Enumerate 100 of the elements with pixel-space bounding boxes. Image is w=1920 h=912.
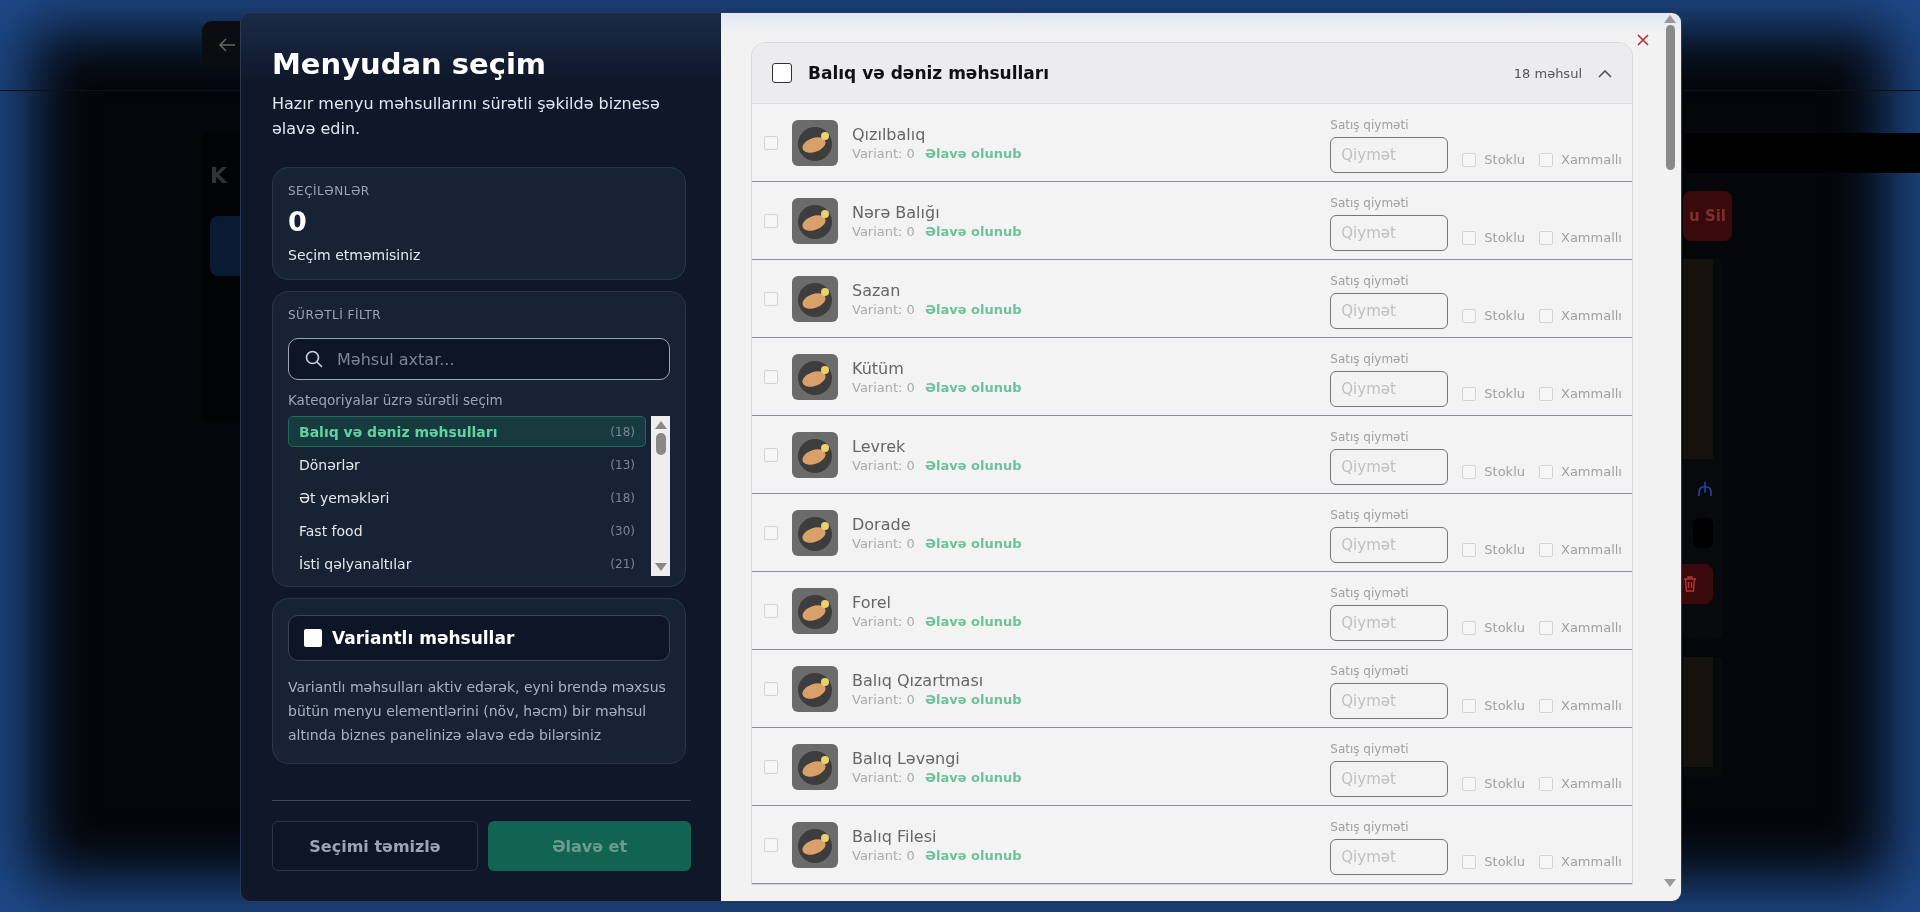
- categories-label: Kateqoriyalar üzrə sürətli seçim: [288, 392, 504, 408]
- ingredient-checkbox[interactable]: Xammallı: [1539, 854, 1622, 869]
- search-field[interactable]: Məhsul axtar...: [335, 348, 639, 370]
- status-label: Əlavə olunub: [924, 691, 1022, 707]
- checkbox[interactable]: [304, 629, 322, 647]
- scroll-thumb[interactable]: [1665, 25, 1675, 170]
- stock-checkbox[interactable]: Stoklu: [1462, 152, 1525, 167]
- close-icon: [1637, 34, 1649, 46]
- product-name: Sazan: [852, 280, 902, 300]
- back-arrow-icon: [218, 37, 236, 53]
- status-label: Əlavə olunub: [924, 301, 1022, 317]
- ingredient-checkbox[interactable]: Xammallı: [1539, 230, 1622, 245]
- category-title: Balıq və dəniz məhsulları: [808, 63, 1051, 83]
- variant-count: Variant: 0: [852, 379, 915, 395]
- fish-dish-icon: [792, 665, 838, 712]
- ingredient-checkbox[interactable]: Xammallı: [1539, 152, 1622, 167]
- category-name: İsti qəlyanaltılar: [299, 555, 412, 572]
- section-label: SÜRƏTLİ FİLTR: [288, 308, 383, 322]
- fish-dish-icon: [792, 119, 838, 166]
- category-name: Dönərlər: [299, 456, 360, 473]
- ingredient-checkbox[interactable]: Xammallı: [1539, 308, 1622, 323]
- stock-checkbox[interactable]: Stoklu: [1462, 854, 1525, 869]
- category-count: (18): [610, 490, 635, 505]
- stock-checkbox[interactable]: Stoklu: [1462, 698, 1525, 713]
- variants-description: Variantlı məhsulları aktiv edərək, eyni brendə məxsus bütün menyu elementlərini (növ, həcm) bir məhsul altında biznes panelinizə əlavə edə bilərsiniz: [288, 678, 667, 745]
- ingredient-checkbox[interactable]: Xammallı: [1539, 542, 1622, 557]
- status-label: Əlavə olunub: [924, 145, 1022, 161]
- variant-count: Variant: 0: [852, 535, 915, 551]
- category-header[interactable]: Balıq və dəniz məhsulları 18 məhsul: [752, 43, 1632, 104]
- status-label: Əlavə olunub: [924, 847, 1022, 863]
- price-label: Satış qiyməti: [1330, 508, 1410, 522]
- product-name: Balıq Ləvəngi: [852, 748, 961, 768]
- price-label: Satış qiyməti: [1330, 742, 1410, 756]
- stock-checkbox[interactable]: Stoklu: [1462, 230, 1525, 245]
- category-count: (13): [610, 457, 635, 472]
- product-name: Forel: [852, 592, 892, 612]
- stock-checkbox[interactable]: Stoklu: [1462, 386, 1525, 401]
- status-label: Əlavə olunub: [924, 535, 1022, 551]
- clear-button[interactable]: Seçimi təmizlə: [272, 821, 478, 871]
- fish-dish-icon: [792, 197, 838, 244]
- price-label: Satış qiyməti: [1330, 274, 1410, 288]
- product-name: Qızılbalıq: [852, 124, 927, 144]
- variant-count: Variant: 0: [852, 457, 915, 473]
- fish-dish-icon: [792, 509, 838, 556]
- scroll-down-icon: [1664, 879, 1676, 887]
- currency-sign: ₼: [1697, 476, 1713, 502]
- category-item[interactable]: Ət yeməkləri (18): [288, 482, 646, 513]
- stock-checkbox[interactable]: Stoklu: [1462, 620, 1525, 635]
- variant-count: Variant: 0: [852, 145, 915, 161]
- delete-button[interactable]: u Sil: [1683, 191, 1732, 241]
- stock-checkbox[interactable]: Stoklu: [1462, 308, 1525, 323]
- price-label: Satış qiyməti: [1330, 430, 1410, 444]
- ingredient-checkbox[interactable]: Xammallı: [1539, 698, 1622, 713]
- scrollbar[interactable]: [651, 416, 670, 576]
- category-item[interactable]: Balıq və dəniz məhsulları (18): [288, 416, 646, 447]
- ingredient-checkbox[interactable]: Xammallı: [1539, 464, 1622, 479]
- category-item[interactable]: Dönərlər (13): [288, 449, 646, 480]
- variant-count: Variant: 0: [852, 691, 915, 707]
- status-label: Əlavə olunub: [924, 769, 1022, 785]
- add-button[interactable]: Əlavə et: [488, 821, 691, 871]
- category-item[interactable]: İsti qəlyanaltılar (21): [288, 548, 646, 576]
- scroll-down-icon: [654, 563, 667, 571]
- price-label: Satış qiyməti: [1330, 586, 1410, 600]
- variant-count: Variant: 0: [852, 847, 915, 863]
- status-label: Əlavə olunub: [924, 223, 1022, 239]
- category-name: Ət yeməkləri: [299, 489, 390, 506]
- trash-icon: [1683, 576, 1697, 592]
- variants-toggle[interactable]: Variantlı məhsullar: [288, 615, 670, 661]
- category-name: Balıq və dəniz məhsulları: [299, 423, 498, 440]
- category-count: (18): [610, 424, 635, 439]
- category-item[interactable]: Fast food (30): [288, 515, 646, 546]
- stock-checkbox[interactable]: Stoklu: [1462, 542, 1525, 557]
- fish-dish-icon: [792, 431, 838, 478]
- price-label: Satış qiyməti: [1330, 118, 1410, 132]
- search-box[interactable]: Məhsul axtar...: [288, 338, 670, 380]
- product-name: Balıq Filesi: [852, 826, 938, 846]
- scroll-thumb[interactable]: [655, 433, 666, 455]
- product-name: Balıq Qızartması: [852, 670, 985, 690]
- chevron-icon[interactable]: [1598, 68, 1612, 78]
- price-label: Satış qiyməti: [1330, 820, 1410, 834]
- checkbox[interactable]: [772, 63, 792, 83]
- ingredient-checkbox[interactable]: Xammallı: [1539, 620, 1622, 635]
- ingredient-checkbox[interactable]: Xammallı: [1539, 776, 1622, 791]
- variant-count: Variant: 0: [852, 301, 915, 317]
- selection-note: Seçim etməmisiniz: [288, 247, 422, 263]
- variant-count: Variant: 0: [852, 769, 915, 785]
- product-name: Kütüm: [852, 358, 905, 378]
- price-label: Satış qiyməti: [1330, 352, 1410, 366]
- scroll-up-icon: [654, 421, 667, 429]
- fish-dish-icon: [792, 353, 838, 400]
- status-label: Əlavə olunub: [924, 457, 1022, 473]
- stock-checkbox[interactable]: Stoklu: [1462, 464, 1525, 479]
- fish-dish-icon: [792, 275, 838, 322]
- ingredient-checkbox[interactable]: Xammallı: [1539, 386, 1622, 401]
- fish-dish-icon: [792, 743, 838, 790]
- category-count: (21): [610, 556, 635, 571]
- stock-checkbox[interactable]: Stoklu: [1462, 776, 1525, 791]
- scrollbar[interactable]: [1663, 13, 1677, 887]
- dialog-title: Menyudan seçim: [272, 47, 548, 81]
- variant-count: Variant: 0: [852, 613, 915, 629]
